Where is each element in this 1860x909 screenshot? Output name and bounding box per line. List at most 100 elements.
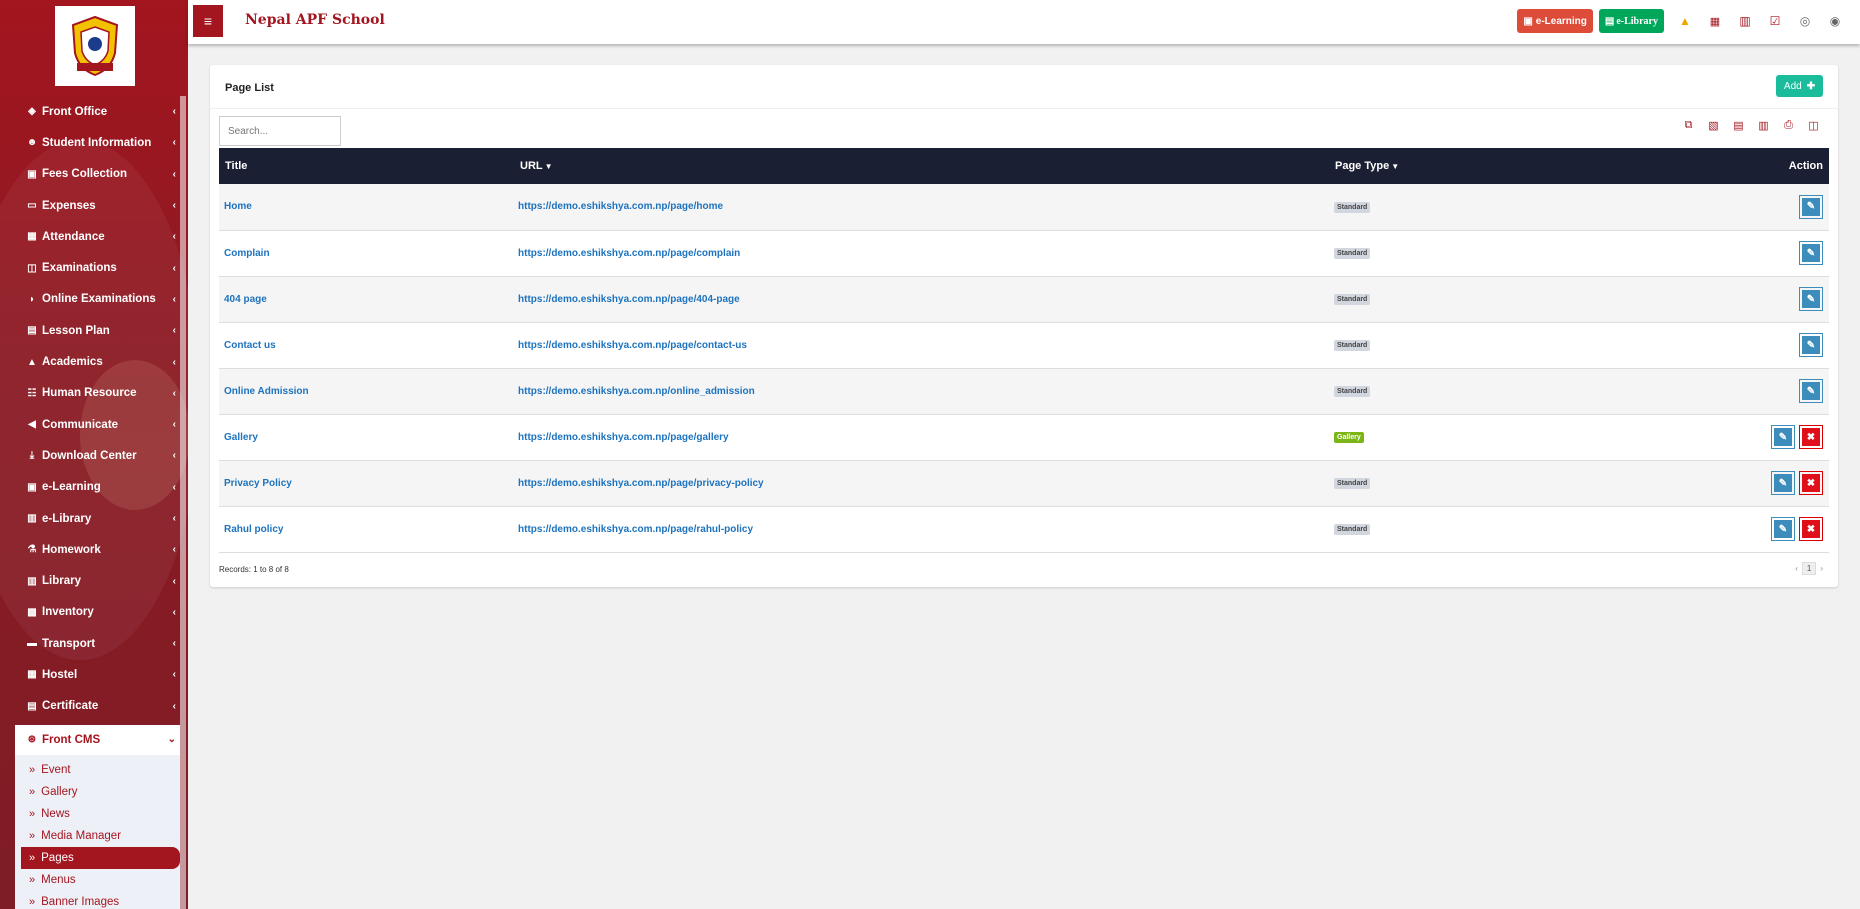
sidebar-item-lesson-plan[interactable]: ▤ Lesson Plan ‹ [15, 315, 180, 346]
page-title-link[interactable]: 404 page [224, 294, 267, 305]
page-title-link[interactable]: Rahul policy [224, 524, 283, 535]
cell-title[interactable]: Privacy Policy [219, 460, 514, 506]
submenu-item-menus[interactable]: » Menus [15, 869, 180, 891]
copy-icon[interactable]: ⧉ [1676, 119, 1701, 132]
add-page-button[interactable]: Add ✚ [1776, 75, 1823, 97]
submenu-item-event[interactable]: » Event [15, 759, 180, 781]
submenu-item-media-manager[interactable]: » Media Manager [15, 825, 180, 847]
sidebar-item-examinations[interactable]: ◫ Examinations ‹ [15, 252, 180, 283]
sidebar-item-transport[interactable]: ▬ Transport ‹ [15, 628, 180, 659]
delete-button[interactable]: ✖ [1799, 517, 1823, 541]
column-header-url[interactable]: URL ▼ [514, 148, 1329, 184]
cell-page-type: Standard [1329, 230, 1659, 276]
page-url-link[interactable]: https://demo.eshikshya.com.np/page/galle… [518, 432, 729, 443]
cell-title[interactable]: Home [219, 184, 514, 230]
sidebar-item-academics[interactable]: ▲ Academics ‹ [15, 346, 180, 377]
page-url-link[interactable]: https://demo.eshikshya.com.np/page/home [518, 201, 723, 212]
page-url-link[interactable]: https://demo.eshikshya.com.np/page/compl… [518, 248, 740, 259]
sidebar-item-e-library[interactable]: ▥ e-Library ‹ [15, 503, 180, 534]
cell-url[interactable]: https://demo.eshikshya.com.np/page/conta… [514, 322, 1329, 368]
submenu-item-banner-images[interactable]: » Banner Images [15, 891, 180, 909]
column-header-title[interactable]: Title [219, 148, 514, 184]
edit-button[interactable]: ✎ [1771, 471, 1795, 495]
page-url-link[interactable]: https://demo.eshikshya.com.np/page/conta… [518, 340, 747, 351]
csv-icon[interactable]: ▤ [1726, 119, 1751, 132]
sidebar-item-expenses[interactable]: ▭ Expenses ‹ [15, 190, 180, 221]
edit-button[interactable]: ✎ [1799, 379, 1823, 403]
sidebar-item-label: Communicate [42, 418, 119, 431]
prev-page-icon[interactable]: ‹ [1795, 564, 1798, 573]
sidebar-item-communicate[interactable]: ◀ Communicate ‹ [15, 409, 180, 440]
delete-button[interactable]: ✖ [1799, 425, 1823, 449]
print-icon[interactable]: ⎙ [1776, 119, 1801, 132]
cell-url[interactable]: https://demo.eshikshya.com.np/page/priva… [514, 460, 1329, 506]
sidebar-item-certificate[interactable]: ▤ Certificate ‹ [15, 691, 180, 722]
us-flag-icon[interactable]: ▦ [1700, 15, 1730, 28]
page-title-link[interactable]: Complain [224, 248, 270, 259]
sidebar-item-human-resource[interactable]: ☷ Human Resource ‹ [15, 378, 180, 409]
cell-title[interactable]: Online Admission [219, 368, 514, 414]
book-icon: ▥ [27, 513, 37, 524]
cell-url[interactable]: https://demo.eshikshya.com.np/page/404-p… [514, 276, 1329, 322]
sidebar-item-front-office[interactable]: ◈ Front Office ‹ [15, 96, 180, 127]
submenu-item-news[interactable]: » News [15, 803, 180, 825]
edit-button[interactable]: ✎ [1799, 194, 1823, 219]
elearning-button[interactable]: ▣ e-Learning [1517, 9, 1593, 33]
cell-title[interactable]: Gallery [219, 414, 514, 460]
cell-title[interactable]: Complain [219, 230, 514, 276]
page-url-link[interactable]: https://demo.eshikshya.com.np/page/404-p… [518, 294, 740, 305]
pdf-icon[interactable]: ▥ [1751, 119, 1776, 132]
page-number[interactable]: 1 [1801, 562, 1817, 575]
excel-icon[interactable]: ▧ [1701, 119, 1726, 132]
edit-button[interactable]: ✎ [1771, 425, 1795, 449]
delete-button[interactable]: ✖ [1799, 471, 1823, 495]
cell-title[interactable]: 404 page [219, 276, 514, 322]
page-url-link[interactable]: https://demo.eshikshya.com.np/page/rahul… [518, 524, 753, 535]
sidebar-item-inventory[interactable]: ▩ Inventory ‹ [15, 597, 180, 628]
user-circle-icon[interactable]: ◉ [1820, 14, 1850, 28]
cell-title[interactable]: Contact us [219, 322, 514, 368]
sidebar-scrollbar[interactable] [180, 96, 186, 909]
submenu-item-pages[interactable]: » Pages [21, 846, 180, 869]
cell-title[interactable]: Rahul policy [219, 506, 514, 552]
sidebar-item-student-information[interactable]: ☻ Student Information ‹ [15, 127, 180, 158]
cell-url[interactable]: https://demo.eshikshya.com.np/page/galle… [514, 414, 1329, 460]
page-title-link[interactable]: Contact us [224, 340, 276, 351]
cell-url[interactable]: https://demo.eshikshya.com.np/page/rahul… [514, 506, 1329, 552]
page-title-link[interactable]: Online Admission [224, 386, 309, 397]
submenu-item-gallery[interactable]: » Gallery [15, 781, 180, 803]
sidebar-item-e-learning[interactable]: ▣ e-Learning ‹ [15, 472, 180, 503]
page-url-link[interactable]: https://demo.eshikshya.com.np/online_adm… [518, 386, 755, 397]
edit-button[interactable]: ✎ [1799, 333, 1823, 357]
next-page-icon[interactable]: › [1820, 564, 1823, 573]
sidebar-item-fees-collection[interactable]: ▣ Fees Collection ‹ [15, 159, 180, 190]
cell-url[interactable]: https://demo.eshikshya.com.np/page/home [514, 184, 1329, 230]
sidebar-item-download-center[interactable]: ⤓ Download Center ‹ [15, 440, 180, 471]
edit-button[interactable]: ✎ [1771, 517, 1795, 541]
school-logo[interactable] [55, 6, 135, 86]
hamburger-menu-button[interactable]: ≡ [193, 5, 223, 37]
sidebar-item-homework[interactable]: ⚗ Homework ‹ [15, 534, 180, 565]
export-toolbar: ⧉ ▧ ▤ ▥ ⎙ ◫ [1676, 119, 1826, 132]
sidebar-item-online-examinations[interactable]: ◗ Online Examinations ‹ [15, 284, 180, 315]
sidebar-item-front-cms[interactable]: ⊛ Front CMS ⌄ [15, 724, 180, 755]
check-square-icon[interactable]: ☑ [1760, 14, 1790, 28]
page-title-link[interactable]: Gallery [224, 432, 258, 443]
bell-icon[interactable]: ▲ [1670, 14, 1700, 28]
column-header-page-type[interactable]: Page Type ▼ [1329, 148, 1659, 184]
edit-button[interactable]: ✎ [1799, 287, 1823, 311]
sidebar-item-attendance[interactable]: ▦ Attendance ‹ [15, 221, 180, 252]
sidebar-item-library[interactable]: ▥ Library ‹ [15, 565, 180, 596]
whatsapp-icon[interactable]: ◎ [1790, 14, 1820, 28]
elibrary-button[interactable]: ▤ e-Library [1598, 9, 1664, 33]
cell-url[interactable]: https://demo.eshikshya.com.np/page/compl… [514, 230, 1329, 276]
page-url-link[interactable]: https://demo.eshikshya.com.np/page/priva… [518, 478, 764, 489]
columns-icon[interactable]: ◫ [1801, 119, 1826, 132]
sidebar-item-hostel[interactable]: ▦ Hostel ‹ [15, 659, 180, 690]
page-title-link[interactable]: Privacy Policy [224, 478, 292, 489]
edit-button[interactable]: ✎ [1799, 241, 1823, 265]
search-input[interactable] [219, 116, 341, 146]
calendar-icon[interactable]: ▥ [1730, 14, 1760, 28]
page-title-link[interactable]: Home [224, 201, 252, 212]
cell-url[interactable]: https://demo.eshikshya.com.np/online_adm… [514, 368, 1329, 414]
